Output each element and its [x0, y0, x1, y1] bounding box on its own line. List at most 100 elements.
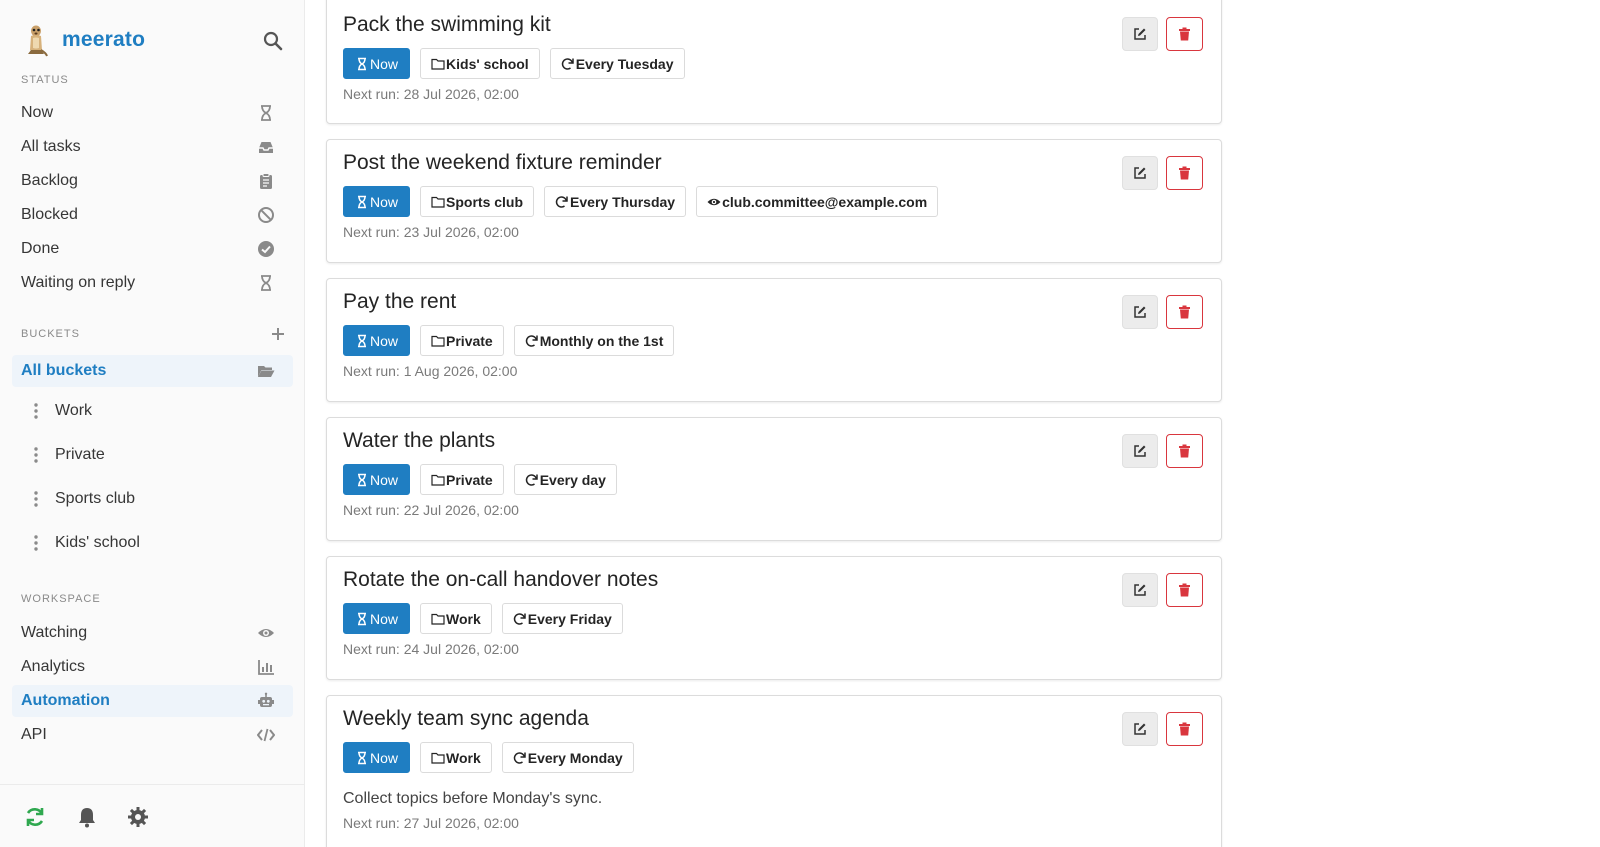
code-icon [257, 728, 275, 742]
eye-icon [707, 198, 721, 205]
delete-button[interactable] [1166, 434, 1203, 468]
bucket-tag[interactable]: Sports club [420, 186, 535, 217]
recurrence-tag[interactable]: Every Friday [501, 603, 623, 634]
delete-button[interactable] [1166, 573, 1203, 607]
edit-button[interactable] [1122, 434, 1158, 468]
bucket-item-sports-club[interactable]: Sports club [12, 481, 293, 517]
trash-icon [1179, 583, 1190, 597]
bucket-tag[interactable]: Private [420, 464, 504, 495]
menu-item-all-tasks[interactable]: All tasks [12, 131, 293, 163]
drag-handle-icon[interactable] [27, 446, 45, 464]
folder-icon [431, 474, 445, 486]
hourglass-icon [358, 612, 366, 625]
edit-icon [1134, 445, 1146, 457]
menu-item-label: API [21, 726, 47, 743]
menu-item-analytics[interactable]: Analytics [12, 651, 293, 683]
task-card[interactable]: Weekly team sync agenda Now Work Every M… [326, 695, 1222, 847]
status-tag[interactable]: Now [343, 742, 411, 773]
task-card[interactable]: Pack the swimming kit Now Kids' school E… [326, 0, 1222, 124]
edit-button[interactable] [1122, 17, 1158, 51]
bell-icon[interactable] [75, 805, 99, 829]
gear-icon[interactable] [126, 805, 150, 829]
recurrence-tag-label: Every Monday [527, 749, 623, 766]
sidebar: meerato STATUS Now All tasks Backlog Blo… [0, 0, 305, 847]
menu-item-label: Blocked [21, 206, 78, 223]
task-tags: Now Work Every Friday [343, 603, 623, 634]
sync-icon[interactable] [23, 805, 47, 829]
hourglass-icon [261, 275, 271, 291]
status-tag-label: Now [370, 749, 399, 766]
bucket-tag[interactable]: Kids' school [420, 48, 540, 79]
bucket-item-kids-school[interactable]: Kids' school [12, 525, 293, 561]
task-card[interactable]: Post the weekend fixture reminder Now Sp… [326, 139, 1222, 263]
buckets-section-label: BUCKETS [21, 328, 80, 340]
hourglass-icon [358, 57, 366, 70]
task-tags: Now Private Monthly on the 1st [343, 325, 675, 356]
check-circle-icon [258, 241, 274, 257]
task-title: Water the plants [343, 429, 496, 452]
bucket-tag-label: Work [446, 610, 481, 627]
recurrence-tag[interactable]: Every Tuesday [549, 48, 685, 79]
drag-handle-icon[interactable] [27, 490, 45, 508]
drag-handle-icon[interactable] [27, 534, 45, 552]
task-card[interactable]: Rotate the on-call handover notes Now Wo… [326, 556, 1222, 680]
next-run: Next run: 22 Jul 2026, 02:00 [343, 502, 519, 518]
brand[interactable]: meerato [22, 22, 145, 58]
recurrence-tag-label: Every Tuesday [575, 55, 674, 72]
task-card[interactable]: Pay the rent Now Private Monthly on the … [326, 278, 1222, 402]
menu-item-automation[interactable]: Automation [12, 685, 293, 717]
folder-icon [431, 335, 445, 347]
status-tag[interactable]: Now [343, 325, 411, 356]
next-run: Next run: 1 Aug 2026, 02:00 [343, 363, 518, 379]
status-tag[interactable]: Now [343, 48, 411, 79]
bucket-item-work[interactable]: Work [12, 393, 293, 429]
status-tag[interactable]: Now [343, 603, 411, 634]
menu-item-done[interactable]: Done [12, 233, 293, 265]
edit-button[interactable] [1122, 156, 1158, 190]
menu-item-label: Watching [21, 624, 88, 641]
bucket-tag[interactable]: Private [420, 325, 504, 356]
delete-button[interactable] [1166, 156, 1203, 190]
bucket-tag[interactable]: Work [420, 742, 492, 773]
search-icon[interactable] [262, 30, 284, 52]
menu-item-waiting-on-reply[interactable]: Waiting on reply [12, 267, 293, 299]
redo-icon [555, 195, 568, 208]
edit-button[interactable] [1122, 295, 1158, 329]
edit-icon [1134, 306, 1146, 318]
ban-icon [258, 207, 274, 223]
status-tag[interactable]: Now [343, 464, 411, 495]
watcher-tag[interactable]: club.committee@example.com [696, 186, 939, 217]
status-tag-label: Now [370, 55, 399, 72]
bucket-label: Private [55, 446, 105, 463]
robot-icon [258, 692, 274, 707]
edit-button[interactable] [1122, 712, 1158, 746]
redo-icon [513, 751, 526, 764]
clipboard-icon [260, 173, 272, 189]
task-card[interactable]: Water the plants Now Private Every day N… [326, 417, 1222, 541]
menu-item-now[interactable]: Now [12, 97, 293, 129]
delete-button[interactable] [1166, 295, 1203, 329]
menu-item-all-buckets[interactable]: All buckets [12, 355, 293, 387]
status-tag[interactable]: Now [343, 186, 411, 217]
folder-icon [431, 752, 445, 764]
drag-handle-icon[interactable] [27, 402, 45, 420]
menu-item-label: Analytics [21, 658, 86, 675]
recurrence-tag[interactable]: Monthly on the 1st [513, 325, 675, 356]
menu-item-backlog[interactable]: Backlog [12, 165, 293, 197]
redo-icon [525, 473, 538, 486]
menu-item-watching[interactable]: Watching [12, 617, 293, 649]
recurrence-tag[interactable]: Every Thursday [544, 186, 687, 217]
menu-item-blocked[interactable]: Blocked [12, 199, 293, 231]
recurrence-tag[interactable]: Every Monday [501, 742, 634, 773]
task-title: Pay the rent [343, 290, 457, 313]
delete-button[interactable] [1166, 712, 1203, 746]
plus-icon[interactable] [270, 326, 286, 342]
menu-item-api[interactable]: API [12, 719, 293, 751]
edit-button[interactable] [1122, 573, 1158, 607]
menu-item-label: All tasks [21, 138, 81, 155]
bucket-item-private[interactable]: Private [12, 437, 293, 473]
delete-button[interactable] [1166, 17, 1203, 51]
bucket-tag[interactable]: Work [420, 603, 492, 634]
brand-name: meerato [62, 28, 146, 51]
recurrence-tag[interactable]: Every day [513, 464, 617, 495]
